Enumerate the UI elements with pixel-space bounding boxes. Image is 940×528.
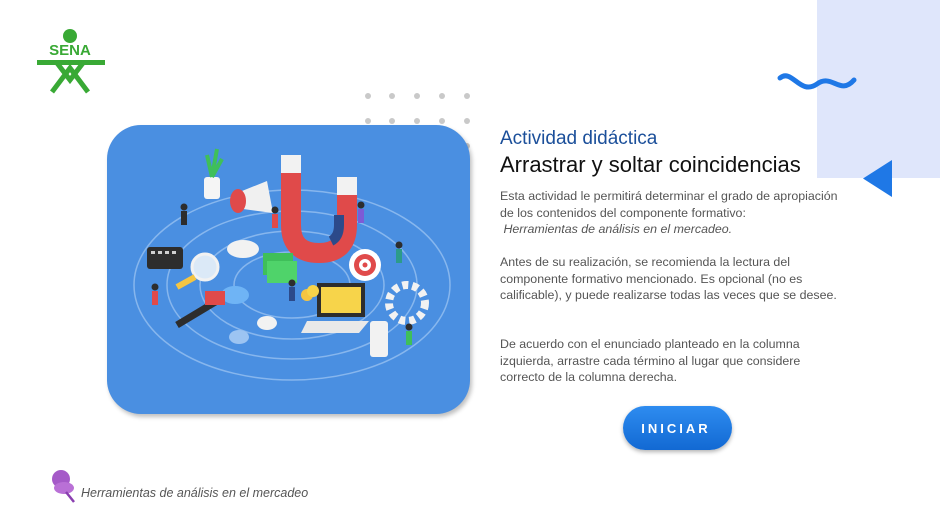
page-title: Arrastrar y soltar coincidencias: [500, 152, 801, 177]
activity-type-label: Actividad didáctica: [500, 128, 658, 149]
logo-text: SENA: [49, 42, 91, 59]
sena-logo: SENA: [35, 28, 107, 101]
intro-paragraph: Esta actividad le permitirá determinar e…: [500, 188, 845, 238]
instructions-paragraph: De acuerdo con el enunciado planteado en…: [500, 337, 801, 384]
start-button[interactable]: INICIAR: [623, 406, 732, 450]
pushpin-icon: [52, 470, 75, 503]
intro-topic: Herramientas de análisis en el mercadeo.: [503, 222, 733, 236]
triangle-left-icon: [863, 160, 892, 197]
marketing-analysis-illustration: [107, 125, 470, 414]
footer-component-label: Herramientas de análisis en el mercadeo: [81, 486, 309, 500]
wave-icon: [777, 73, 857, 90]
intro-text: Esta actividad le permitirá determinar e…: [500, 189, 838, 220]
recommendation-paragraph: Antes de su realización, se recomienda l…: [500, 255, 837, 302]
